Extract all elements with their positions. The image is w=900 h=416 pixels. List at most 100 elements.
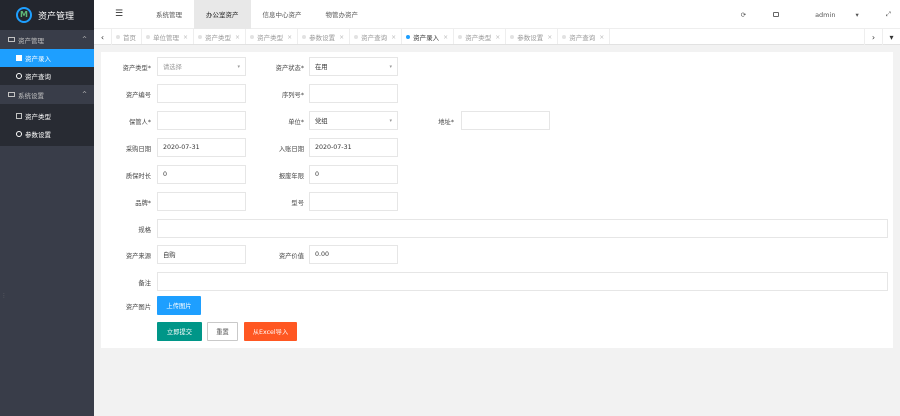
submit-button[interactable]: 立即提交 [157, 322, 202, 341]
sidebar-item-asset-entry[interactable]: 资产录入 [0, 49, 94, 67]
sidebar-group-label: 系统设置 [18, 91, 44, 100]
scrap-years-field[interactable]: 0 [309, 165, 398, 184]
tab-label: 资产类型 [465, 34, 492, 42]
entry-date-field[interactable]: 2020-07-31 [309, 138, 398, 157]
tabs-prev-icon[interactable]: ‹ [94, 29, 112, 45]
upload-image-button[interactable]: 上传图片 [157, 296, 201, 315]
sidebar-item-label: 资产类型 [25, 113, 51, 121]
asset-no-label: 资产编号 [125, 92, 151, 99]
tab-unit-management[interactable]: 单位管理 × [142, 29, 195, 44]
menu-toggle-icon[interactable]: ☰ [94, 0, 144, 29]
tabs-list: 首页 单位管理 × 资产类型 × 资产类型 × 参数设置 × 资产查询 × 资产录入 × 资… [112, 29, 864, 44]
topnav-system[interactable]: 系统管理 [144, 0, 194, 29]
tab-dot-icon [354, 35, 359, 39]
tab-close-icon[interactable]: × [339, 34, 344, 41]
tab-close-icon[interactable]: × [495, 34, 500, 41]
tab-asset-query[interactable]: 资产查询 × [350, 29, 403, 44]
tab-close-icon[interactable]: × [235, 34, 240, 41]
top-nav: 系统管理 办公室资产 信息中心资产 物管办资产 [144, 0, 370, 29]
topnav-office-assets[interactable]: 办公室资产 [194, 0, 251, 29]
sidebar-submenu-settings: 资产类型 参数设置 [0, 104, 94, 146]
brand-label: 品牌* [135, 200, 151, 207]
warranty-field[interactable]: 0 [157, 165, 246, 184]
chevron-down-icon: ▾ [389, 118, 392, 124]
grid-icon [8, 37, 15, 42]
serial-no-field[interactable] [309, 84, 398, 103]
sidebar-collapse-handle[interactable]: ⋮ [0, 290, 8, 302]
brand-field[interactable] [157, 192, 246, 211]
app-title: 资产管理 [38, 11, 75, 22]
model-label: 型号 [291, 200, 304, 207]
tabs-next-icon[interactable]: › [864, 29, 882, 45]
unit-label: 单位* [288, 119, 304, 126]
sidebar: M 资产管理 资产管理 ^ 资产录入 资产查询 系统设置 ^ 资产类型 参数设置… [0, 0, 94, 416]
tab-close-icon[interactable]: × [391, 34, 396, 41]
search-icon [16, 73, 22, 79]
sidebar-group-asset-management[interactable]: 资产管理 ^ [0, 30, 94, 49]
address-label: 地址* [438, 119, 454, 126]
tab-close-icon[interactable]: × [547, 34, 552, 41]
tab-asset-type[interactable]: 资产类型 × [246, 29, 299, 44]
tab-home[interactable]: 首页 [112, 29, 142, 44]
tab-params[interactable]: 参数设置 × [506, 29, 559, 44]
address-field[interactable] [461, 111, 550, 130]
sidebar-item-asset-type[interactable]: 资产类型 [0, 107, 94, 125]
tab-asset-query[interactable]: 资产查询 × [558, 29, 611, 44]
asset-type-label: 资产类型* [122, 65, 151, 72]
lock-icon[interactable] [764, 11, 788, 19]
unit-select[interactable]: 党组 ▾ [309, 111, 398, 130]
fullscreen-icon[interactable]: ⤢ [886, 10, 891, 19]
tab-label: 首页 [123, 34, 136, 42]
tab-close-icon[interactable]: × [443, 34, 448, 41]
asset-status-value: 在用 [315, 64, 328, 71]
unit-value: 党组 [315, 118, 328, 125]
topnav-property-assets[interactable]: 物管办资产 [314, 0, 371, 29]
user-name: admin [815, 10, 836, 19]
reset-button[interactable]: 重置 [207, 322, 238, 341]
source-field[interactable]: 自购 [157, 245, 246, 264]
topnav-info-center-assets[interactable]: 信息中心资产 [251, 0, 314, 29]
tab-dot-icon [406, 35, 411, 39]
sidebar-item-label: 参数设置 [25, 131, 51, 139]
sidebar-item-asset-query[interactable]: 资产查询 [0, 67, 94, 85]
asset-type-select[interactable]: 请选择 ▾ [157, 57, 246, 76]
asset-no-field[interactable] [157, 84, 246, 103]
custodian-field[interactable] [157, 111, 246, 130]
tab-asset-type[interactable]: 资产类型 × [194, 29, 247, 44]
remark-field[interactable] [157, 272, 888, 291]
asset-status-select[interactable]: 在用 ▾ [309, 57, 398, 76]
chevron-down-icon: ▾ [389, 64, 392, 70]
price-field[interactable]: 0.00 [309, 245, 398, 264]
chevron-down-icon: ▾ [855, 10, 859, 19]
grid-icon [8, 92, 15, 97]
user-menu[interactable]: admin ▾ [806, 11, 868, 19]
tab-close-icon[interactable]: × [183, 34, 188, 41]
source-label: 资产来源 [125, 253, 151, 260]
chevron-up-icon: ^ [81, 36, 87, 43]
tab-asset-entry[interactable]: 资产录入 × [402, 29, 455, 44]
sidebar-item-params[interactable]: 参数设置 [0, 125, 94, 143]
tab-asset-type[interactable]: 资产类型 × [454, 29, 507, 44]
tab-label: 参数设置 [309, 34, 336, 42]
tab-label: 资产录入 [413, 34, 440, 42]
refresh-icon[interactable]: ⟳ [741, 11, 746, 19]
serial-no-label: 序列号* [281, 92, 304, 99]
tab-label: 单位管理 [153, 34, 179, 42]
chevron-up-icon: ^ [81, 91, 87, 98]
entry-date-label: 入账日期 [278, 146, 304, 153]
purchase-date-field[interactable]: 2020-07-31 [157, 138, 246, 157]
import-excel-button[interactable]: 从Excel导入 [244, 322, 297, 341]
circle-icon [16, 131, 22, 137]
app-logo[interactable]: M 资产管理 [0, 0, 94, 30]
tab-dot-icon [458, 35, 463, 39]
tabs-menu-icon[interactable]: ▾ [882, 29, 900, 45]
top-bar: ☰ 系统管理 办公室资产 信息中心资产 物管办资产 ⟳ admin ▾ ⤢ [94, 0, 900, 29]
chevron-down-icon: ▾ [237, 64, 240, 70]
spec-field[interactable] [157, 219, 888, 238]
tab-dot-icon [510, 35, 515, 39]
tab-close-icon[interactable]: × [287, 34, 292, 41]
sidebar-group-system-settings[interactable]: 系统设置 ^ [0, 85, 94, 104]
tab-params[interactable]: 参数设置 × [298, 29, 351, 44]
tab-close-icon[interactable]: × [599, 34, 604, 41]
model-field[interactable] [309, 192, 398, 211]
